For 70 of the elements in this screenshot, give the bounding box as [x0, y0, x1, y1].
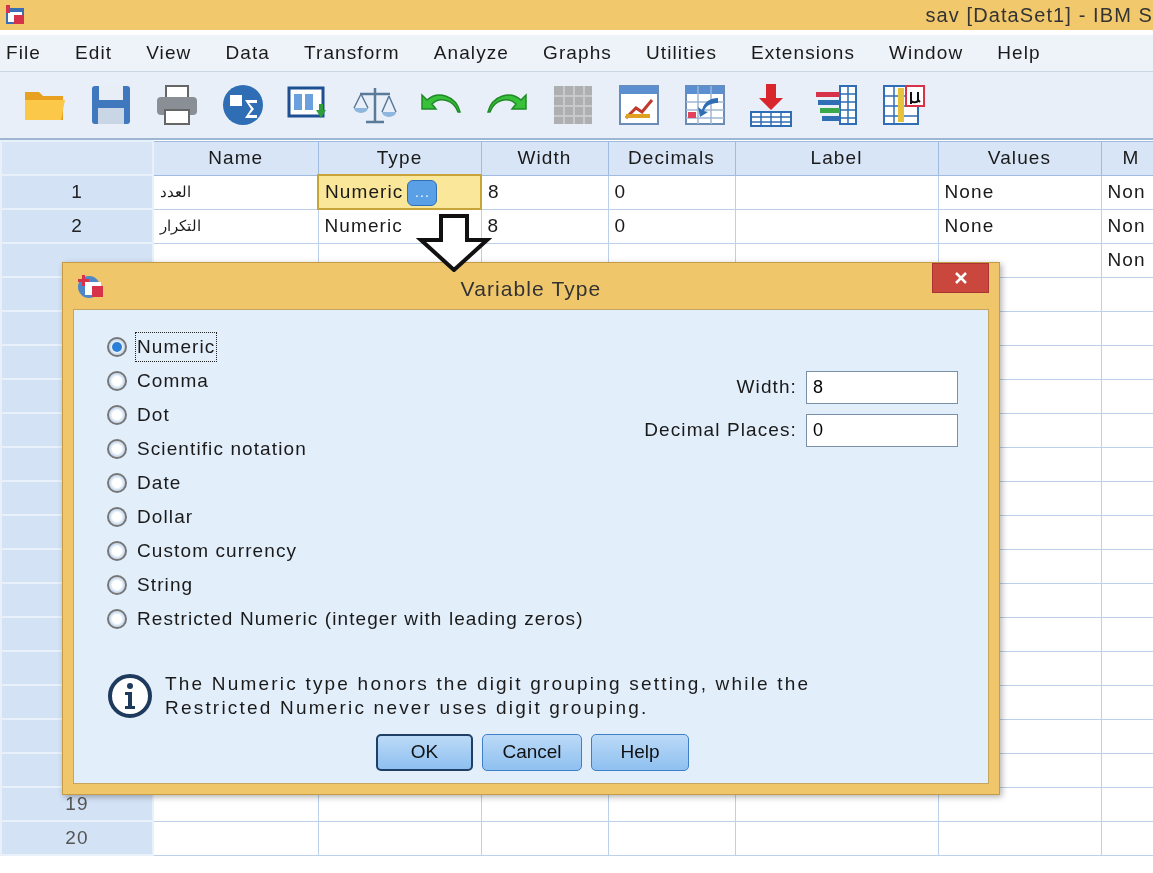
- option-label[interactable]: Custom currency: [135, 535, 300, 567]
- table-cell[interactable]: None: [938, 175, 1101, 209]
- sigma-icon[interactable]: [220, 82, 266, 128]
- table-cell[interactable]: [735, 175, 938, 209]
- column-header[interactable]: Width: [481, 141, 608, 175]
- menu-item[interactable]: Analyze: [416, 38, 526, 68]
- printer-icon[interactable]: [154, 82, 200, 128]
- table-cell[interactable]: 0: [608, 175, 735, 209]
- app-icon: [77, 273, 105, 299]
- table-cell[interactable]: 8: [481, 175, 608, 209]
- dialog-button[interactable]: Cancel: [482, 733, 582, 771]
- info-icon: [107, 672, 153, 719]
- menu-item[interactable]: Transform: [286, 38, 417, 68]
- row-header[interactable]: 2: [1, 209, 153, 243]
- input-field[interactable]: 0: [806, 414, 958, 447]
- column-header[interactable]: Name: [153, 141, 318, 175]
- table-arrow-icon[interactable]: [682, 82, 728, 128]
- option-label[interactable]: Dot: [135, 399, 172, 431]
- menu-item[interactable]: Utilities: [628, 38, 735, 68]
- field-label: Decimal Places:: [644, 418, 797, 443]
- menu-item[interactable]: Edit: [58, 38, 130, 68]
- row-header[interactable]: 20: [1, 821, 153, 855]
- menu-item[interactable]: Window: [872, 38, 981, 68]
- info-text: The Numeric type honors the digit grouping setting, while the Restricted Numeric never uses digit grouping.: [165, 672, 812, 720]
- dialog-button[interactable]: OK: [376, 733, 473, 771]
- column-header[interactable]: Type: [318, 141, 481, 175]
- radio-button[interactable]: [107, 609, 127, 629]
- bars-table-icon[interactable]: [814, 82, 860, 128]
- option-label[interactable]: String: [135, 569, 196, 601]
- table-cell[interactable]: 0: [608, 209, 735, 243]
- input-field[interactable]: 8: [806, 371, 958, 404]
- dialog-title: Variable Type: [460, 276, 602, 302]
- option-label[interactable]: Scientific notation: [135, 433, 309, 465]
- field-label: Width:: [736, 375, 797, 400]
- download-table-icon[interactable]: [748, 82, 794, 128]
- radio-button[interactable]: [107, 473, 127, 493]
- radio-button[interactable]: [107, 575, 127, 595]
- table-cell[interactable]: [735, 209, 938, 243]
- menu-item[interactable]: Data: [208, 38, 287, 68]
- radio-button[interactable]: [107, 337, 127, 357]
- close-icon: [953, 271, 968, 285]
- radio-button[interactable]: [107, 541, 127, 561]
- option-label[interactable]: Dollar: [135, 501, 196, 533]
- table-mu-icon[interactable]: [880, 82, 926, 128]
- row-header[interactable]: 1: [1, 175, 153, 209]
- radio-button[interactable]: [107, 371, 127, 391]
- column-header[interactable]: Values: [938, 141, 1101, 175]
- menu-item[interactable]: Graphs: [526, 38, 629, 68]
- menu-item[interactable]: File: [0, 38, 58, 68]
- option-label[interactable]: Numeric: [135, 331, 218, 363]
- table-cell[interactable]: التكرار: [153, 209, 318, 243]
- option-label[interactable]: Restricted Numeric (integer with leading zeros): [135, 603, 586, 635]
- option-label[interactable]: Comma: [135, 365, 211, 397]
- radio-button[interactable]: [107, 439, 127, 459]
- column-header[interactable]: M: [1101, 141, 1153, 175]
- menu-item[interactable]: Extensions: [734, 38, 873, 68]
- window-title: sav [DataSet1] - IBM S: [925, 3, 1153, 28]
- dialog-button[interactable]: Help: [591, 733, 689, 771]
- selected-cell[interactable]: Numeric ...: [318, 175, 481, 209]
- close-button[interactable]: [932, 263, 989, 293]
- menu-item[interactable]: Help: [980, 38, 1058, 68]
- menu-item[interactable]: View: [129, 38, 209, 68]
- table-cell[interactable]: None: [938, 209, 1101, 243]
- radio-button[interactable]: [107, 507, 127, 527]
- column-header[interactable]: Decimals: [608, 141, 735, 175]
- column-header[interactable]: Label: [735, 141, 938, 175]
- app-icon: [4, 4, 26, 26]
- option-label[interactable]: Date: [135, 467, 184, 499]
- radio-button[interactable]: [107, 405, 127, 425]
- table-chart-icon[interactable]: [616, 82, 662, 128]
